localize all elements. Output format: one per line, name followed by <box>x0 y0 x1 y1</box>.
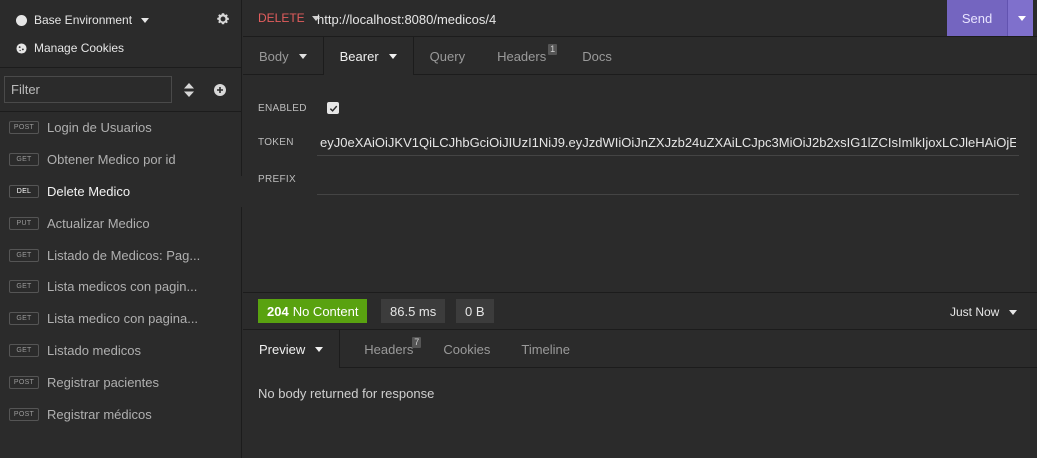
prefix-label: PREFIX <box>258 174 296 185</box>
tab-timeline-label: Timeline <box>521 341 571 357</box>
tab-body-label: Body <box>259 48 289 64</box>
environment-section: Base Environment Manage Cookies <box>0 0 242 68</box>
tab-headers[interactable]: Headers 1 <box>481 37 562 75</box>
request-name: Registrar médicos <box>47 406 152 422</box>
sidebar-request-item[interactable]: GET Listado de Medicos: Pag... <box>0 239 242 271</box>
sidebar-request-item[interactable]: POST Registrar médicos <box>0 398 242 430</box>
tab-auth-label: Bearer <box>339 48 379 64</box>
manage-cookies-label: Manage Cookies <box>34 41 125 55</box>
status-code: 204 <box>267 303 289 319</box>
method-tag: GET <box>9 153 39 167</box>
response-time-badge: 86.5 ms <box>381 299 446 323</box>
filter-input[interactable] <box>4 76 172 103</box>
sidebar-request-item[interactable]: GET Lista medico con pagina... <box>0 303 242 335</box>
method-tag: GET <box>9 280 39 294</box>
method-tag: POST <box>9 375 39 389</box>
filter-section <box>0 68 242 112</box>
response-headers-count-badge: 7 <box>412 337 422 348</box>
main-panel: DELETE Send Body Bearer Query Headers 1 … <box>243 0 1037 458</box>
tab-headers-label: Headers <box>497 48 547 64</box>
enabled-label: ENABLED <box>258 103 307 114</box>
tab-response-headers-label: Headers <box>364 341 414 357</box>
tab-cookies-label: Cookies <box>443 341 491 357</box>
request-name: Listado de Medicos: Pag... <box>47 247 201 263</box>
add-request-icon[interactable] <box>214 84 226 96</box>
method-tag: GET <box>9 248 39 262</box>
auth-panel: ENABLED TOKEN PREFIX <box>243 75 1037 292</box>
request-name: Actualizar Medico <box>47 215 150 231</box>
tab-query-label: Query <box>429 48 466 64</box>
method-tag: DEL <box>9 184 39 198</box>
sidebar-request-item[interactable]: PUT Actualizar Medico <box>0 207 242 239</box>
prefix-input[interactable] <box>317 168 1019 195</box>
token-label: TOKEN <box>258 137 294 148</box>
chevron-down-icon <box>315 346 324 352</box>
history-label: Just Now <box>950 305 1000 319</box>
send-button[interactable]: Send <box>947 0 1007 36</box>
method-tag: GET <box>9 312 39 326</box>
environment-label: Base Environment <box>34 13 133 27</box>
method-label: DELETE <box>258 11 305 25</box>
sidebar-request-item[interactable]: POST Registrar pacientes <box>0 366 242 398</box>
tab-auth[interactable]: Bearer <box>322 37 414 75</box>
headers-count-badge: 1 <box>548 44 558 55</box>
status-text: No Content <box>292 303 359 319</box>
tab-preview-label: Preview <box>259 341 306 357</box>
request-list: POST Login de Usuarios GET Obtener Medico p… <box>0 112 242 430</box>
response-history-selector[interactable]: Just Now <box>950 305 1018 319</box>
tab-preview[interactable]: Preview <box>243 330 341 368</box>
cookie-icon <box>16 42 27 54</box>
tab-body[interactable]: Body <box>243 37 323 75</box>
chevron-down-icon <box>1009 309 1018 315</box>
request-name: Obtener Medico por id <box>47 152 176 168</box>
method-tag: POST <box>9 407 39 421</box>
gear-icon[interactable] <box>216 12 230 26</box>
request-name: Login de Usuarios <box>47 120 152 136</box>
tab-docs[interactable]: Docs <box>566 37 628 75</box>
request-name: Delete Medico <box>47 183 131 199</box>
request-name: Lista medico con pagina... <box>47 311 199 327</box>
chevron-down-icon <box>1017 15 1026 21</box>
request-tabs: Body Bearer Query Headers 1 Docs <box>243 37 1037 75</box>
chevron-down-icon <box>388 53 397 59</box>
chevron-down-icon <box>298 53 307 59</box>
request-name: Registrar pacientes <box>47 374 159 390</box>
check-icon <box>329 105 337 112</box>
response-status-bar: 204 No Content 86.5 ms 0 B Just Now <box>243 292 1037 330</box>
method-tag: PUT <box>9 216 39 230</box>
manage-cookies-button[interactable]: Manage Cookies <box>16 40 124 56</box>
method-tag: GET <box>9 343 39 357</box>
response-empty-message: No body returned for response <box>258 386 435 401</box>
tab-cookies[interactable]: Cookies <box>429 330 506 368</box>
environment-selector[interactable]: Base Environment <box>16 11 150 29</box>
tab-timeline[interactable]: Timeline <box>506 330 586 368</box>
enabled-checkbox[interactable] <box>327 102 339 114</box>
response-tabs: Preview Headers 7 Cookies Timeline <box>243 330 1037 368</box>
response-size-badge: 0 B <box>456 299 494 323</box>
chevron-down-icon <box>141 17 150 23</box>
sort-icon[interactable] <box>183 83 195 97</box>
method-tag: POST <box>9 121 39 135</box>
request-name: Listado medicos <box>47 342 141 358</box>
sidebar-request-item[interactable]: DEL Delete Medico <box>0 175 242 208</box>
sidebar-request-item[interactable]: GET Obtener Medico por id <box>0 144 242 176</box>
tab-query[interactable]: Query <box>414 37 481 75</box>
send-options-button[interactable] <box>1007 0 1033 36</box>
tab-docs-label: Docs <box>582 48 612 64</box>
environment-dot-icon <box>16 14 27 26</box>
tab-response-headers[interactable]: Headers 7 <box>340 330 429 368</box>
url-bar: DELETE Send <box>243 0 1037 37</box>
sidebar-request-item[interactable]: POST Login de Usuarios <box>0 112 242 144</box>
method-selector[interactable]: DELETE <box>258 11 320 25</box>
status-badge: 204 No Content <box>258 299 368 323</box>
sidebar: Base Environment Manage Cookies POST Logi… <box>0 0 242 458</box>
url-input[interactable] <box>317 10 917 28</box>
sidebar-request-item[interactable]: GET Listado medicos <box>0 335 242 367</box>
sidebar-request-item[interactable]: GET Lista medicos con pagin... <box>0 271 242 303</box>
token-input[interactable] <box>317 130 1019 156</box>
request-name: Lista medicos con pagin... <box>47 279 198 295</box>
